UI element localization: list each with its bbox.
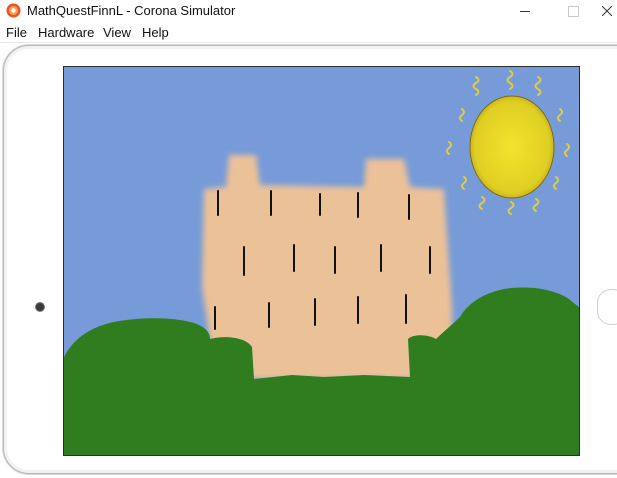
sun bbox=[446, 70, 570, 215]
minimize-button[interactable] bbox=[505, 0, 545, 22]
title-bar[interactable]: MathQuestFinnL - Corona Simulator bbox=[0, 0, 617, 22]
game-scene bbox=[64, 70, 579, 455]
close-icon bbox=[602, 6, 612, 16]
corona-simulator-icon bbox=[6, 3, 21, 18]
close-button[interactable] bbox=[597, 0, 617, 22]
menu-help[interactable]: Help bbox=[142, 25, 169, 40]
window-title: MathQuestFinnL - Corona Simulator bbox=[27, 3, 236, 18]
menu-divider bbox=[0, 42, 617, 43]
maximize-icon bbox=[567, 5, 579, 17]
minimize-icon bbox=[520, 10, 530, 12]
menu-bar: File Hardware View Help bbox=[0, 23, 617, 42]
maximize-button[interactable] bbox=[553, 0, 593, 22]
device-camera bbox=[35, 302, 45, 312]
device-home-button[interactable] bbox=[597, 289, 617, 325]
menu-hardware[interactable]: Hardware bbox=[38, 25, 94, 40]
simulator-screen[interactable] bbox=[63, 66, 580, 456]
menu-file[interactable]: File bbox=[6, 25, 27, 40]
menu-view[interactable]: View bbox=[103, 25, 131, 40]
